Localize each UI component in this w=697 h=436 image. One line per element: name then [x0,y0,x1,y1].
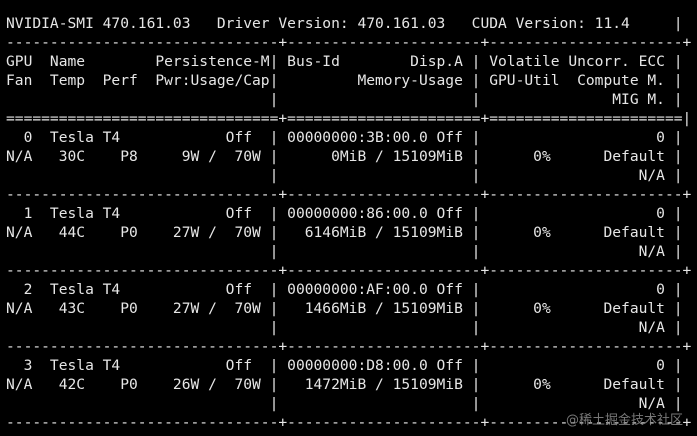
terminal-line-separator: ===============================+========… [6,110,692,127]
gpu-2-row-3: | | N/A | [6,319,683,336]
gpu-2-row-1: 2 Tesla T4 Off | 00000000:AF:00.0 Off | … [6,281,683,298]
gpu-3-row-1: 3 Tesla T4 Off | 00000000:D8:00.0 Off | … [6,357,683,374]
gpu-1-row-1: 1 Tesla T4 Off | 00000000:86:00.0 Off | … [6,205,683,222]
gpu-2-row-2: N/A 43C P0 27W / 70W | 1466MiB / 15109Mi… [6,300,683,317]
terminal-line-separator: -------------------------------+--------… [6,34,692,51]
terminal-window[interactable]: NVIDIA-SMI 470.161.03 Driver Version: 47… [0,0,697,436]
watermark: @稀土掘金技术社区 [565,413,683,428]
gpu-1-row-3: | | N/A | [6,243,683,260]
gpu-1-row-2: N/A 44C P0 27W / 70W | 6146MiB / 15109Mi… [6,224,683,241]
terminal-line-separator: -------------------------------+--------… [6,338,692,355]
terminal-line-separator: -------------------------------+--------… [6,186,692,203]
gpu-0-row-1: 0 Tesla T4 Off | 00000000:3B:00.0 Off | … [6,129,683,146]
terminal-line-header: NVIDIA-SMI 470.161.03 Driver Version: 47… [6,15,683,32]
gpu-3-row-2: N/A 42C P0 26W / 70W | 1472MiB / 15109Mi… [6,376,683,393]
terminal-line-column-header: Fan Temp Perf Pwr:Usage/Cap| Memory-Usag… [6,72,683,89]
terminal-line-column-header: GPU Name Persistence-M| Bus-Id Disp.A | … [6,53,683,70]
gpu-0-row-2: N/A 30C P8 9W / 70W | 0MiB / 15109MiB | … [6,148,683,165]
gpu-0-row-3: | | N/A | [6,167,683,184]
terminal-line-separator: -------------------------------+--------… [6,262,692,279]
terminal-line-column-header: | | MIG M. | [6,91,683,108]
